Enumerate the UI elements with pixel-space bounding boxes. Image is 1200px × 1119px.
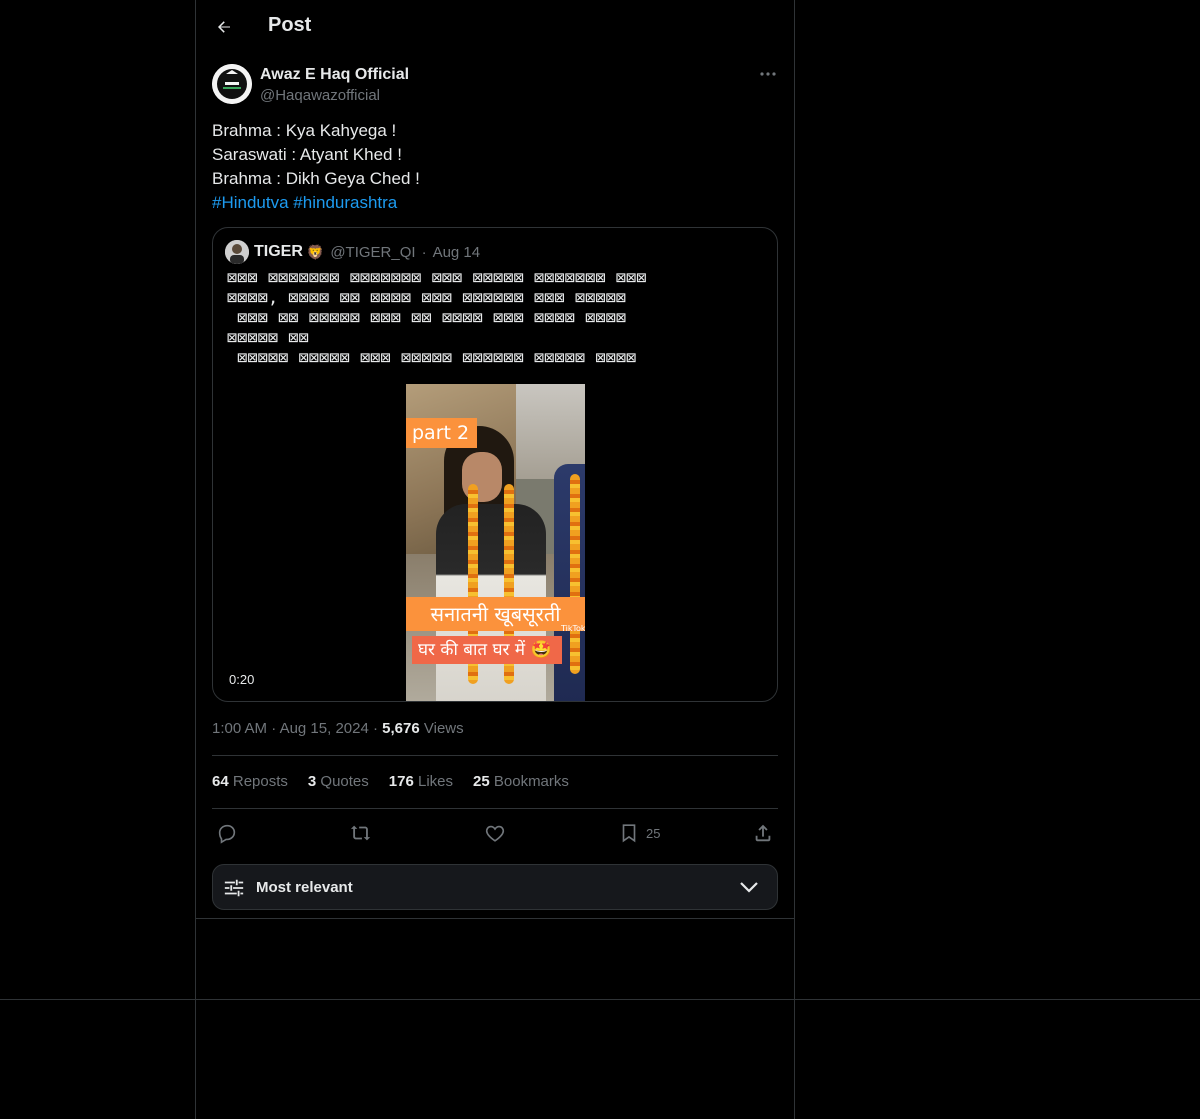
avatar[interactable] xyxy=(212,64,252,104)
more-options-button[interactable] xyxy=(758,64,778,84)
bookmarks-stat[interactable]: 25 Bookmarks xyxy=(473,773,569,790)
quoted-date: Aug 14 xyxy=(432,243,481,261)
reply-button[interactable] xyxy=(216,820,238,846)
stat-count: 25 xyxy=(473,773,490,790)
quoted-avatar-image xyxy=(225,240,249,264)
video-overlay-caption: घर की बात घर में 🤩 xyxy=(412,636,562,664)
chevron-down-icon xyxy=(740,882,758,893)
reply-sort-dropdown[interactable]: Most relevant xyxy=(212,864,778,910)
post-meta: 1:00 AM · Aug 15, 2024 · 5,676 Views xyxy=(212,720,464,737)
post-text-line: Brahma : Kya Kahyega ! xyxy=(212,121,397,140)
reposts-stat[interactable]: 64 Reposts xyxy=(212,773,288,790)
stat-label: Likes xyxy=(417,773,454,790)
avatar-image xyxy=(212,64,252,104)
column-divider xyxy=(195,918,795,919)
post-text-line: Brahma : Dikh Geya Ched ! xyxy=(212,169,420,188)
back-button[interactable] xyxy=(210,13,238,41)
stat-label: Quotes xyxy=(320,773,369,790)
separator-dot: · xyxy=(271,720,280,737)
sliders-icon xyxy=(224,879,244,897)
post-text: Brahma : Kya Kahyega ! Saraswati : Atyan… xyxy=(212,119,778,215)
video-overlay-caption: सनातनी खूबसूरती xyxy=(406,597,585,631)
reply-icon xyxy=(218,824,236,844)
repost-button[interactable] xyxy=(350,820,372,846)
quoted-post[interactable]: TIGER 🦁 @TIGER_QI · Aug 14 ⊠⊠⊠ ⊠⊠⊠⊠⊠⊠⊠ ⊠… xyxy=(212,227,778,702)
stat-count: 64 xyxy=(212,773,229,790)
separator-dot: · xyxy=(421,243,427,261)
video-duration: 0:20 xyxy=(229,672,255,687)
post-actions: 25 xyxy=(212,818,778,848)
views-label: Views xyxy=(423,720,464,737)
quotes-stat[interactable]: 3 Quotes xyxy=(308,773,369,790)
stat-label: Bookmarks xyxy=(493,773,569,790)
arrow-left-icon xyxy=(218,21,230,33)
repost-icon xyxy=(350,825,371,841)
post-stats: 64 Reposts 3 Quotes 176 Likes 25 Bookmar… xyxy=(212,773,589,790)
column-border-left xyxy=(195,0,196,1119)
page-title: Post xyxy=(268,14,312,36)
hashtag-link[interactable]: #hindurashtra xyxy=(293,193,397,212)
stat-count: 176 xyxy=(388,773,414,790)
quoted-text: ⊠⊠⊠ ⊠⊠⊠⊠⊠⊠⊠ ⊠⊠⊠⊠⊠⊠⊠ ⊠⊠⊠ ⊠⊠⊠⊠⊠ ⊠⊠⊠⊠⊠⊠⊠ ⊠⊠… xyxy=(227,268,647,368)
divider xyxy=(212,808,778,809)
video-overlay-part: part 2 xyxy=(406,418,478,448)
post-text-line: Saraswati : Atyant Khed ! xyxy=(212,145,402,164)
share-button[interactable] xyxy=(752,820,774,846)
more-dots-icon xyxy=(760,72,776,76)
stat-count: 3 xyxy=(307,773,317,790)
video-garland xyxy=(570,474,580,674)
quoted-author-name: TIGER xyxy=(254,243,303,260)
video-player[interactable]: part 2 सनातनी खूबसूरती घर की बात घर में … xyxy=(406,384,585,701)
divider xyxy=(212,755,778,756)
likes-stat[interactable]: 176 Likes xyxy=(389,773,453,790)
tiktok-watermark: TikTok xyxy=(561,624,585,633)
horizontal-divider xyxy=(0,999,1200,1000)
column-border-right xyxy=(794,0,795,1119)
share-icon xyxy=(755,824,771,842)
quoted-author-handle: @TIGER_QI xyxy=(330,243,416,261)
post-header: Post xyxy=(196,0,794,54)
views-count: 5,676 xyxy=(382,720,420,737)
hashtag-link[interactable]: #Hindutva xyxy=(212,193,289,212)
author-name[interactable]: Awaz E Haq Official xyxy=(260,66,409,84)
heart-icon xyxy=(485,825,505,842)
stat-label: Reposts xyxy=(232,773,288,790)
separator-dot: · xyxy=(372,720,383,737)
bookmark-icon xyxy=(622,824,636,843)
page: Post Awaz E Haq Official @Haqawazofficia… xyxy=(0,0,1200,1119)
quoted-avatar xyxy=(225,240,249,264)
lion-emoji: 🦁 xyxy=(306,243,325,260)
bookmark-count: 25 xyxy=(646,825,661,841)
like-button[interactable] xyxy=(484,820,506,846)
sort-label: Most relevant xyxy=(256,879,353,896)
hashtag-line: #Hindutva #hindurashtra xyxy=(212,191,778,215)
post-author: Awaz E Haq Official @Haqawazofficial xyxy=(212,64,778,108)
post-time[interactable]: 1:00 AM xyxy=(212,720,267,737)
author-handle[interactable]: @Haqawazofficial xyxy=(260,87,380,104)
quoted-post-header: TIGER 🦁 @TIGER_QI · Aug 14 xyxy=(225,240,480,264)
bookmark-button[interactable]: 25 xyxy=(618,820,660,846)
post-date[interactable]: Aug 15, 2024 xyxy=(280,720,369,737)
